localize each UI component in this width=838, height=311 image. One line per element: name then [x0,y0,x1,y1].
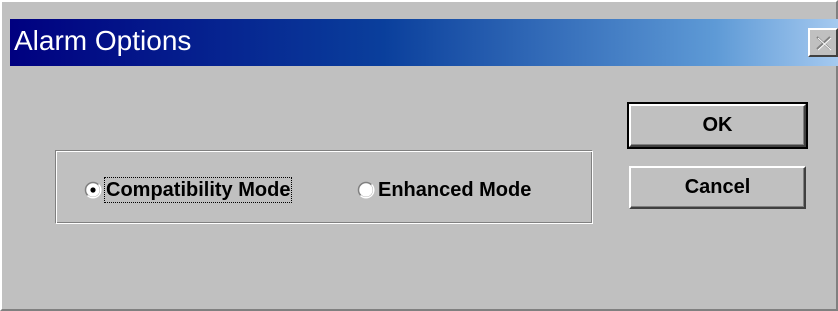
close-icon [816,36,832,51]
compatibility-mode-label: Compatibility Mode [103,177,293,203]
radio-selected-icon [84,181,102,199]
mode-groupbox: Compatibility Mode Enhanced Mode [55,150,593,224]
enhanced-mode-label: Enhanced Mode [378,179,532,201]
ok-button[interactable]: OK [627,102,808,149]
enhanced-mode-radio[interactable]: Enhanced Mode [357,177,531,203]
radio-unselected-icon [357,181,375,199]
close-button[interactable] [808,28,838,57]
title-bar[interactable]: Alarm Options [10,19,838,66]
alarm-options-dialog: Alarm Options Compatibility Mode Enhance… [0,0,838,311]
compatibility-mode-radio[interactable]: Compatibility Mode [84,177,293,203]
cancel-button[interactable]: Cancel [629,166,806,209]
window-title: Alarm Options [14,25,192,56]
